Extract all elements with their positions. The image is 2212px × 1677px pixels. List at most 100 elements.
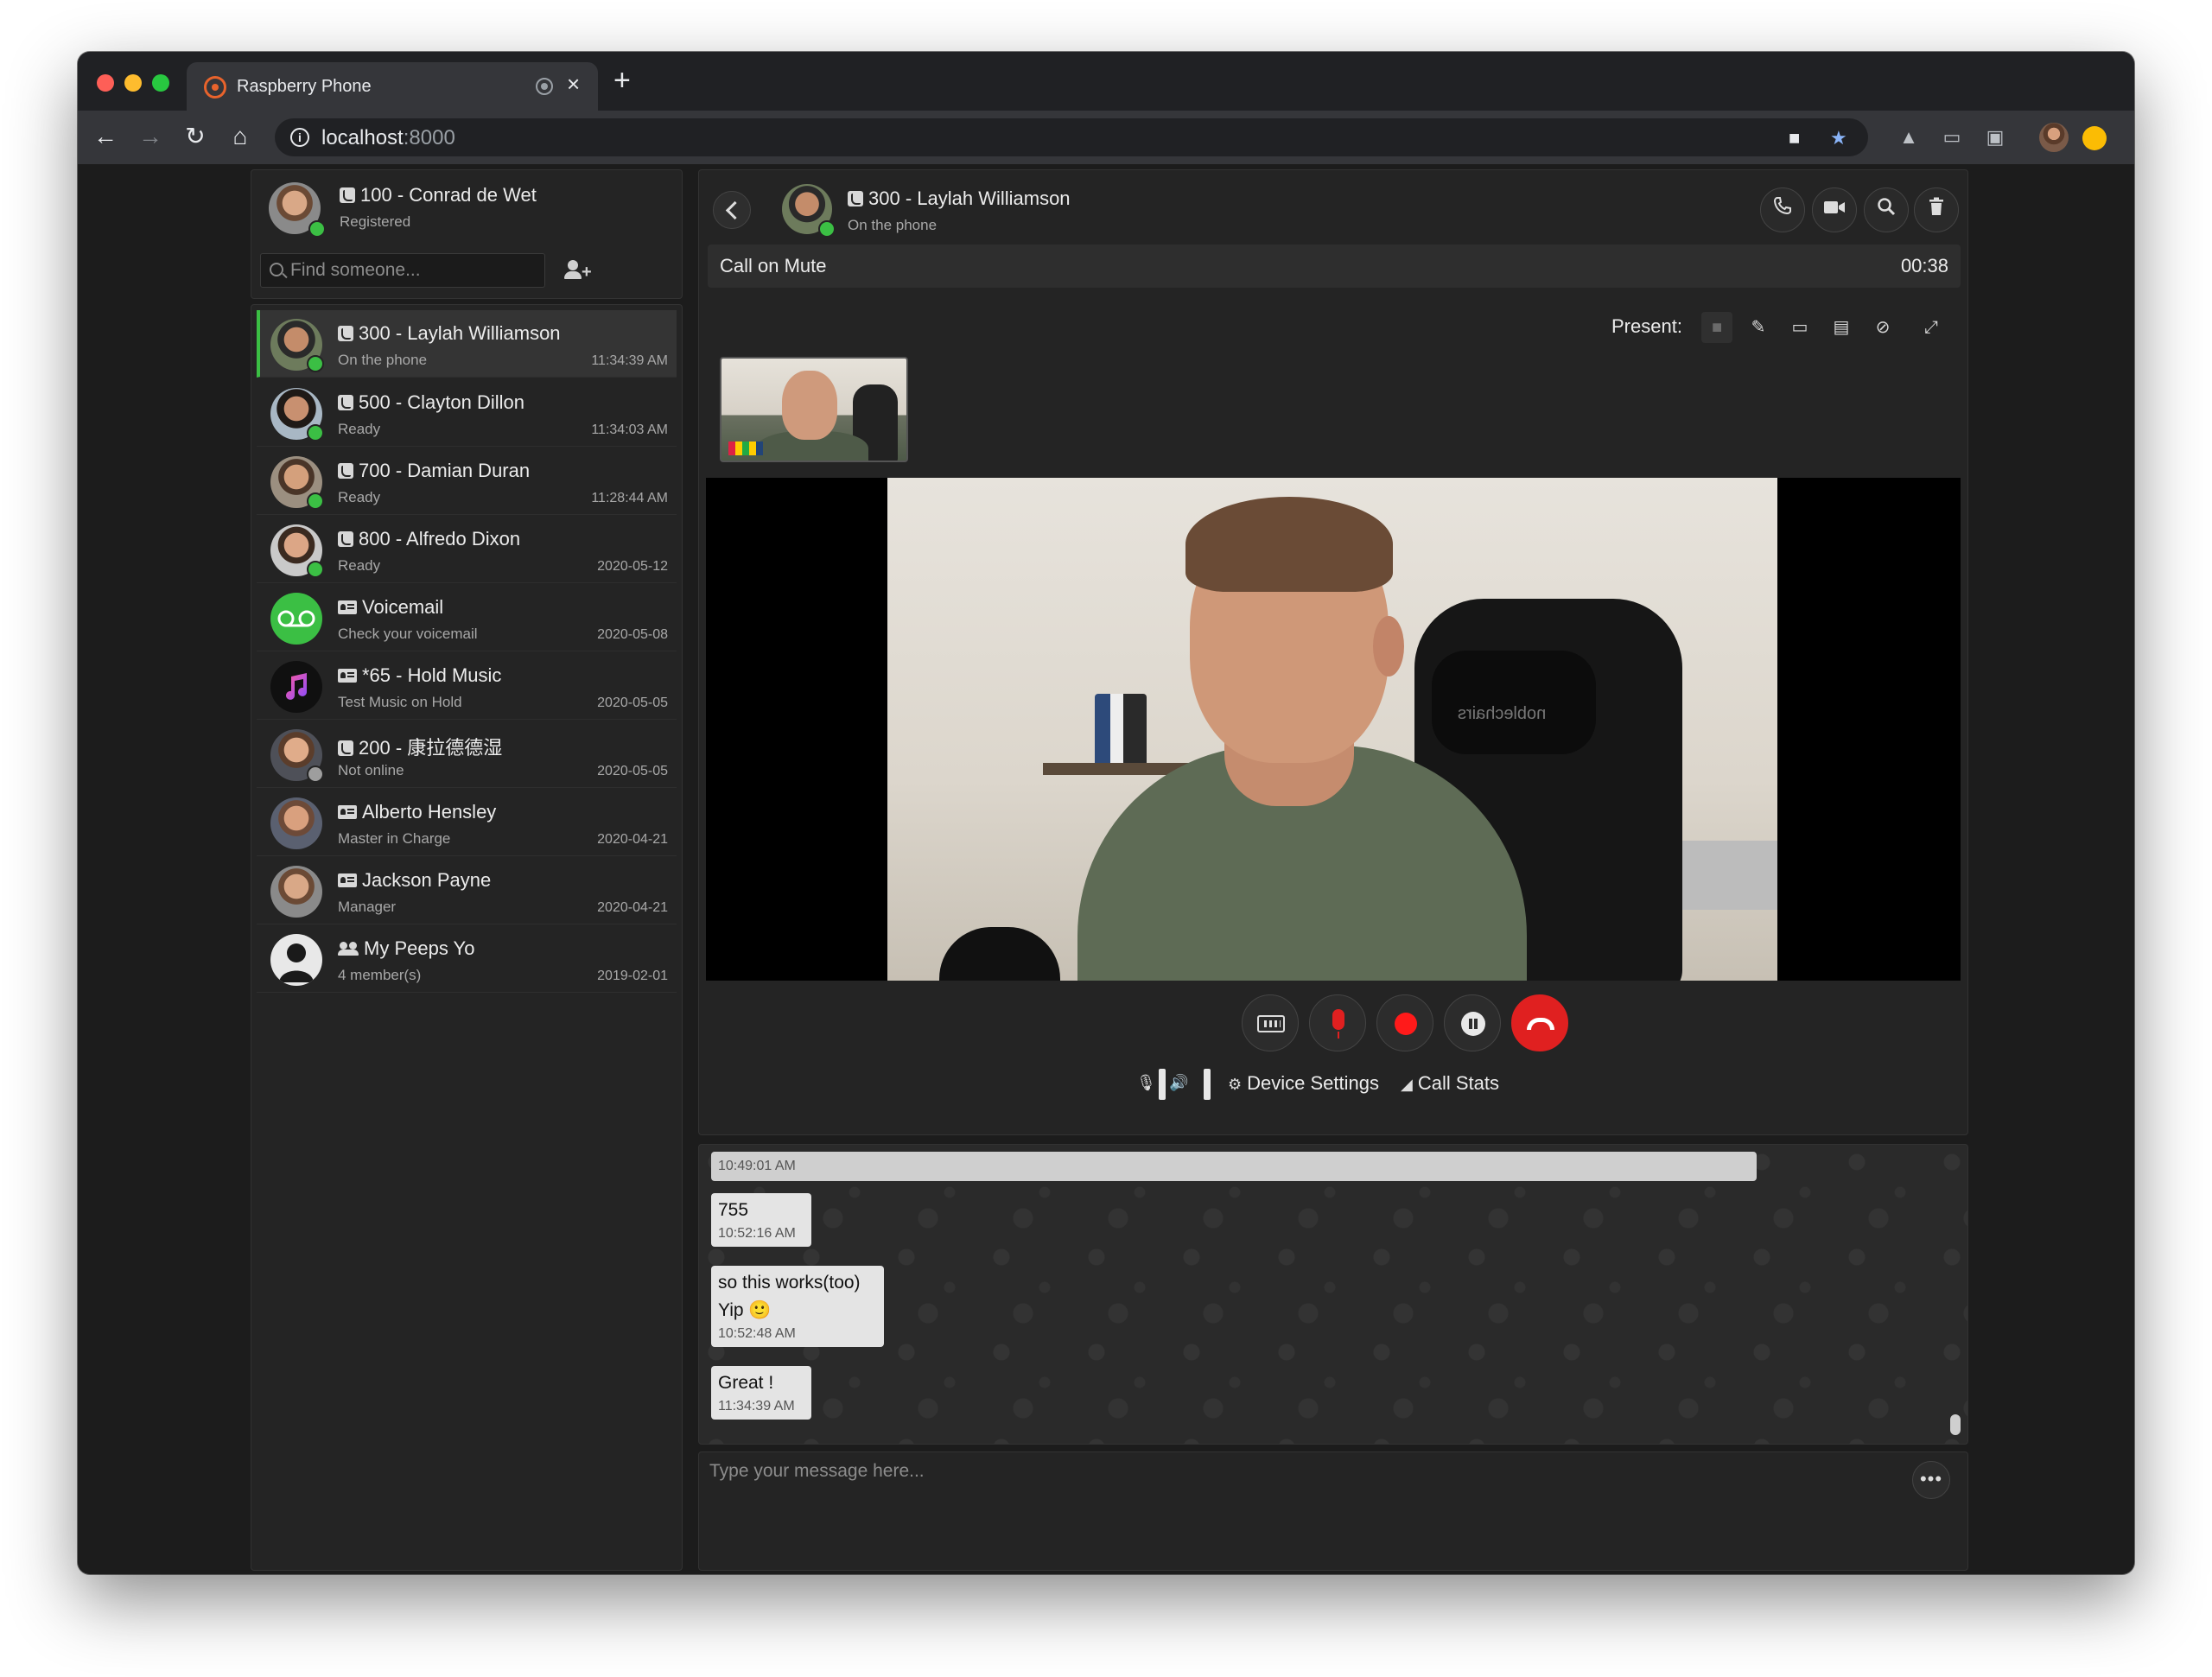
video-stage: noblechairs (706, 478, 1961, 981)
ready-status-icon (307, 492, 324, 510)
contact-item[interactable]: 200 - 康拉德德湿 Not online 2020-05-05 (257, 721, 677, 788)
music-note-icon (270, 661, 322, 713)
message-time: 10:52:48 AM (718, 1326, 796, 1341)
call-panel: 300 - Laylah Williamson On the phone Cal… (698, 169, 1968, 1135)
gears-icon: ⚙ (1228, 1076, 1243, 1093)
profile-avatar[interactable] (2039, 123, 2069, 152)
hangup-icon (1527, 1018, 1554, 1030)
offline-status-icon (307, 765, 324, 783)
speaker-level-icon: 🔊 (1169, 1074, 1189, 1091)
contact-item[interactable]: *65 - Hold Music Test Music on Hold 2020… (257, 652, 677, 720)
close-window-button[interactable] (97, 74, 114, 92)
screenshot-icon[interactable]: ▣ (1980, 123, 2010, 152)
reload-icon[interactable]: ↻ (180, 121, 211, 152)
present-file-icon[interactable]: ▤ (1826, 312, 1857, 343)
message-time: 11:34:39 AM (718, 1399, 795, 1413)
contact-status: Ready (338, 489, 381, 505)
chat-message: Great ! 11:34:39 AM (711, 1366, 811, 1420)
contact-name: 300 - Laylah Williamson (338, 322, 561, 345)
call-duration: 00:38 (1900, 255, 1948, 276)
call-status-text: Call on Mute (720, 255, 827, 276)
audio-call-button[interactable] (1760, 187, 1805, 232)
contact-status: Manager (338, 899, 397, 915)
message-time: 10:52:16 AM (718, 1226, 796, 1241)
hangup-button[interactable] (1511, 994, 1568, 1051)
ready-status-icon (307, 424, 324, 441)
contact-item[interactable]: Jackson Payne Manager 2020-04-21 (257, 857, 677, 924)
home-icon[interactable]: ⌂ (225, 121, 256, 152)
contact-time: 2020-05-12 (597, 559, 668, 574)
group-icon (338, 942, 359, 956)
chat-message: so this works(too) Yip 🙂 10:52:48 AM (711, 1266, 884, 1347)
more-options-button[interactable]: ••• (1912, 1461, 1950, 1499)
mic-level-icon: 🎙 (1136, 1074, 1156, 1091)
search-chat-button[interactable] (1864, 187, 1909, 232)
video-call-button[interactable] (1812, 187, 1857, 232)
drive-icon[interactable]: ▲ (1894, 123, 1923, 152)
message-text: 755 (718, 1200, 749, 1220)
present-none-icon[interactable]: ⊘ (1867, 312, 1898, 343)
forward-icon[interactable]: → (135, 121, 166, 152)
chat-message: 755 10:52:16 AM (711, 1193, 811, 1247)
tab-close-button[interactable]: × (567, 73, 580, 95)
contact-item[interactable]: Voicemail Check your voicemail 2020-05-0… (257, 584, 677, 651)
add-user-icon[interactable]: + (563, 257, 594, 284)
fullscreen-icon[interactable]: ⤢ (1916, 312, 1947, 343)
keyboard-icon (1257, 1015, 1285, 1032)
present-screen-icon[interactable]: ▭ (1784, 312, 1815, 343)
extension-icon[interactable] (2082, 126, 2107, 150)
new-tab-button[interactable]: + (613, 66, 631, 95)
hold-button[interactable] (1444, 994, 1501, 1051)
tab-bar: Raspberry Phone × + (78, 52, 2134, 111)
camera-icon[interactable]: ■ (1789, 127, 1800, 149)
record-icon (1395, 1013, 1417, 1035)
minimize-window-button[interactable] (124, 74, 142, 92)
back-button[interactable] (713, 191, 751, 229)
on-phone-status-icon (307, 355, 324, 372)
cast-icon[interactable]: ▭ (1937, 123, 1967, 152)
contact-time: 2020-05-08 (597, 627, 668, 642)
star-icon[interactable]: ★ (1830, 127, 1847, 149)
present-whiteboard-icon[interactable]: ✎ (1743, 312, 1774, 343)
contact-name: Alberto Hensley (338, 801, 496, 823)
on-phone-status-icon (818, 220, 836, 238)
dialpad-button[interactable] (1242, 994, 1299, 1051)
call-status-banner: Call on Mute 00:38 (708, 245, 1961, 288)
delete-button[interactable] (1914, 187, 1959, 232)
chat-history: 10:49:01 AM 755 10:52:16 AM so this work… (698, 1144, 1968, 1445)
callee-name: 300 - Laylah Williamson (848, 187, 1071, 210)
contact-card-icon (338, 805, 357, 819)
contact-item[interactable]: 700 - Damian Duran Ready 11:28:44 AM (257, 448, 677, 515)
contact-name: 200 - 康拉德德湿 (338, 733, 502, 760)
remote-video[interactable]: noblechairs (887, 478, 1777, 981)
device-settings-link[interactable]: ⚙ Device Settings (1228, 1072, 1379, 1095)
contact-item[interactable]: 300 - Laylah Williamson On the phone 11:… (257, 310, 677, 378)
phone-icon (848, 191, 863, 206)
site-info-icon[interactable]: i (290, 128, 309, 147)
address-bar[interactable]: i localhost:8000 ■ ★ (275, 118, 1868, 156)
url-text[interactable]: localhost:8000 (321, 126, 455, 150)
local-video-preview[interactable] (720, 357, 908, 462)
tab-raspberry-phone[interactable]: Raspberry Phone × (187, 62, 598, 111)
voicemail-icon (270, 593, 322, 645)
contact-item[interactable]: 800 - Alfredo Dixon Ready 2020-05-12 (257, 516, 677, 583)
chat-scrollbar[interactable] (1950, 1414, 1961, 1435)
message-input[interactable] (709, 1461, 1902, 1556)
call-stats-link[interactable]: ◢ Call Stats (1401, 1072, 1499, 1095)
contact-name: Jackson Payne (338, 869, 491, 892)
search-input[interactable] (290, 254, 541, 287)
maximize-window-button[interactable] (152, 74, 169, 92)
record-button[interactable] (1376, 994, 1433, 1051)
mute-button[interactable] (1309, 994, 1366, 1051)
back-icon[interactable]: ← (90, 121, 121, 152)
tab-media-icon[interactable] (536, 78, 553, 95)
app-area: 100 - Conrad de Wet Registered + 300 - L… (78, 164, 2134, 1574)
phone-icon (338, 531, 353, 547)
search-box[interactable] (260, 253, 545, 288)
contact-item[interactable]: 500 - Clayton Dillon Ready 11:34:03 AM (257, 379, 677, 447)
contact-item[interactable]: My Peeps Yo 4 member(s) 2019-02-01 (257, 925, 677, 993)
contact-item[interactable]: Alberto Hensley Master in Charge 2020-04… (257, 789, 677, 856)
contact-time: 11:28:44 AM (591, 491, 668, 505)
present-camera-icon[interactable]: ■ (1701, 312, 1732, 343)
registered-status-icon (308, 220, 326, 238)
